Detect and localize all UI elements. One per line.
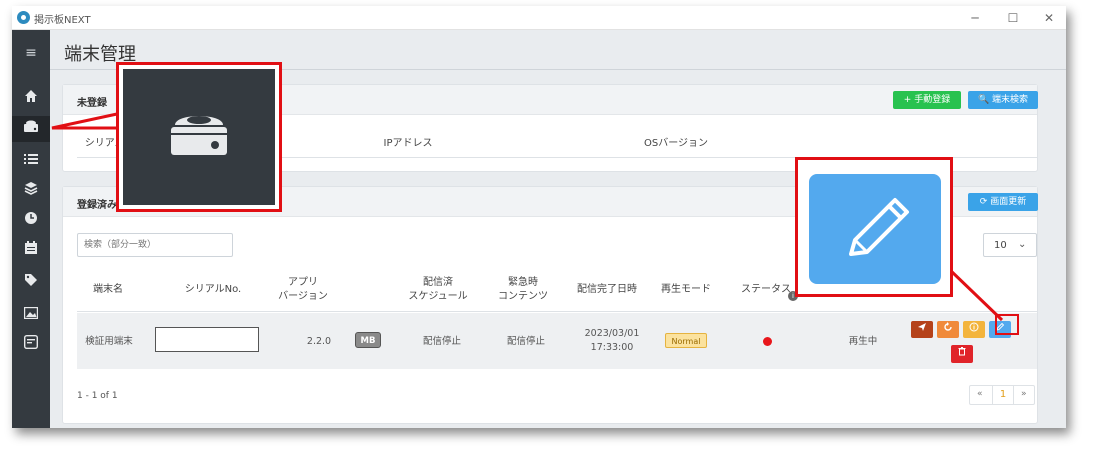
edit-button-highlight xyxy=(995,314,1019,335)
edit-icon-zoom xyxy=(809,174,941,284)
pencil-icon xyxy=(849,198,909,256)
edit-icon-callout xyxy=(795,157,953,297)
